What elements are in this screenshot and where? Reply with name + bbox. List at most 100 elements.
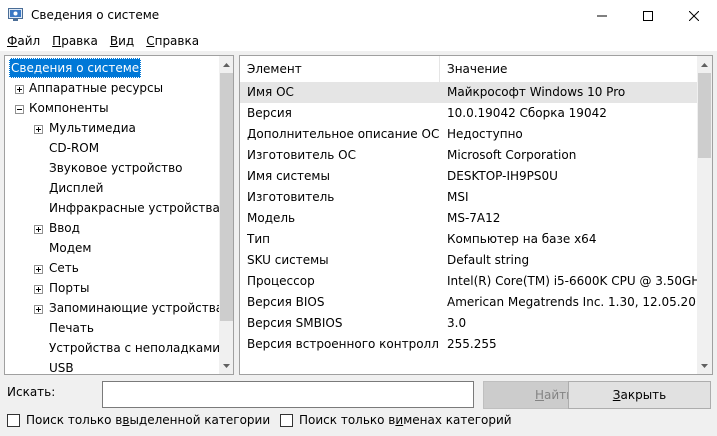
row-value: Intel(R) Core(TM) i5-6600K CPU @ 3.50GHz bbox=[447, 274, 698, 288]
tree-item-sound-device[interactable]: Звуковое устройство bbox=[47, 158, 185, 178]
tree-item-label: Аппаратные ресурсы bbox=[29, 81, 164, 95]
details-list[interactable]: Элемент Значение Имя ОС Майкрософт Window… bbox=[239, 55, 713, 375]
tree-item-problem-devices[interactable]: Устройства с неполадками bbox=[47, 338, 222, 358]
tree-item-ports[interactable]: Порты bbox=[47, 278, 91, 298]
menu-help[interactable]: Справка bbox=[140, 31, 205, 51]
row-value: American Megatrends Inc. 1.30, 12.05.201… bbox=[447, 295, 698, 309]
table-row[interactable]: Имя ОС Майкрософт Windows 10 Pro bbox=[240, 82, 698, 103]
close-window-button[interactable] bbox=[671, 0, 717, 31]
table-row[interactable]: Модель MS-7A12 bbox=[240, 208, 698, 229]
row-key: Процессор bbox=[247, 274, 315, 288]
tree-scroll-thumb[interactable] bbox=[220, 73, 233, 321]
table-row[interactable]: Версия SMBIOS 3.0 bbox=[240, 313, 698, 334]
tree-item-components[interactable]: Компоненты bbox=[27, 98, 111, 118]
expand-plus-icon[interactable] bbox=[34, 125, 43, 134]
row-key: Изготовитель bbox=[247, 190, 335, 204]
tree-item-hardware-resources[interactable]: Аппаратные ресурсы bbox=[27, 78, 165, 98]
menu-file[interactable]: Файл bbox=[0, 31, 46, 51]
tree-item-printing[interactable]: Печать bbox=[47, 318, 96, 338]
tree-item-label: Модем bbox=[49, 241, 92, 255]
tree-item-cdrom[interactable]: CD-ROM bbox=[47, 138, 101, 158]
column-header-value[interactable]: Значение bbox=[440, 56, 698, 82]
collapse-minus-icon[interactable] bbox=[15, 105, 24, 114]
table-row[interactable]: Процессор Intel(R) Core(TM) i5-6600K CPU … bbox=[240, 271, 698, 292]
chevron-down-icon bbox=[223, 363, 230, 368]
table-row[interactable]: Изготовитель ОС Microsoft Corporation bbox=[240, 145, 698, 166]
expand-plus-icon[interactable] bbox=[34, 305, 43, 314]
list-scrollbar[interactable] bbox=[697, 56, 712, 374]
system-info-app-icon bbox=[8, 8, 23, 21]
expand-plus-icon[interactable] bbox=[34, 285, 43, 294]
expand-plus-icon[interactable] bbox=[15, 85, 24, 94]
minimize-button[interactable] bbox=[579, 0, 625, 31]
expand-plus-icon[interactable] bbox=[34, 265, 43, 274]
tree-item-label: Сведения о системе bbox=[9, 58, 142, 78]
table-row[interactable]: Версия 10.0.19042 Сборка 19042 bbox=[240, 103, 698, 124]
table-row[interactable]: SKU системы Default string bbox=[240, 250, 698, 271]
table-row[interactable]: Тип Компьютер на базе x64 bbox=[240, 229, 698, 250]
tree-item-modem[interactable]: Модем bbox=[47, 238, 93, 258]
menu-edit[interactable]: Правка bbox=[46, 31, 104, 51]
tree-scroll-down-button[interactable] bbox=[219, 357, 233, 374]
tree-item-label: Дисплей bbox=[49, 181, 104, 195]
list-scroll-up-button[interactable] bbox=[697, 56, 712, 73]
tree-item-infrared[interactable]: Инфракрасные устройства bbox=[47, 198, 222, 218]
checkbox-label-end: менах категорий bbox=[403, 413, 512, 427]
list-scroll-down-button[interactable] bbox=[697, 357, 712, 374]
tree-item-usb[interactable]: USB bbox=[47, 358, 76, 375]
table-row[interactable]: Версия встроенного контроллера 255.255 bbox=[240, 334, 698, 355]
system-info-window: Сведения о системе Файл Правка Вид Справ… bbox=[0, 0, 717, 436]
category-tree[interactable]: Сведения о системе Аппаратные ресурсы Ко… bbox=[4, 55, 234, 375]
tree-item-multimedia[interactable]: Мультимедиа bbox=[47, 118, 138, 138]
menu-edit-label: равка bbox=[61, 34, 98, 48]
tree-item-display[interactable]: Дисплей bbox=[47, 178, 105, 198]
title-bar[interactable]: Сведения о системе bbox=[0, 0, 717, 31]
tree-item-system-summary[interactable]: Сведения о системе bbox=[9, 58, 142, 78]
search-category-names-checkbox[interactable]: Поиск только в и менах категорий bbox=[280, 413, 512, 427]
checkbox-label-hotkey: в bbox=[122, 413, 130, 427]
menu-view-hotkey: В bbox=[109, 34, 119, 48]
menu-file-hotkey: Ф bbox=[7, 34, 18, 48]
menu-help-hotkey: С bbox=[146, 34, 155, 48]
checkbox-box[interactable] bbox=[280, 413, 293, 427]
tree-item-network[interactable]: Сеть bbox=[47, 258, 81, 278]
row-value: Default string bbox=[447, 253, 530, 267]
expand-plus-icon[interactable] bbox=[34, 225, 43, 234]
search-selected-category-checkbox[interactable]: Поиск только в в ыделенной категории bbox=[7, 413, 270, 427]
menu-help-label: правка bbox=[154, 34, 200, 48]
row-key: Имя ОС bbox=[247, 85, 294, 99]
chevron-up-icon bbox=[223, 62, 230, 67]
maximize-button[interactable] bbox=[625, 0, 671, 31]
column-header-item[interactable]: Элемент bbox=[240, 56, 440, 82]
tree-item-storage[interactable]: Запоминающие устройства bbox=[47, 298, 225, 318]
list-scroll-thumb[interactable] bbox=[698, 73, 711, 158]
table-row[interactable]: Имя системы DESKTOP-IH9PS0U bbox=[240, 166, 698, 187]
table-row[interactable]: Изготовитель MSI bbox=[240, 187, 698, 208]
tree-item-label: Устройства с неполадками bbox=[49, 341, 221, 355]
tree-item-label: Ввод bbox=[49, 221, 80, 235]
tree-item-label: Компоненты bbox=[29, 101, 109, 115]
menu-bar: Файл Правка Вид Справка bbox=[0, 31, 717, 51]
row-value: MSI bbox=[447, 190, 469, 204]
table-row[interactable]: Версия BIOS American Megatrends Inc. 1.30… bbox=[240, 292, 698, 313]
tree-scroll-up-button[interactable] bbox=[219, 56, 233, 73]
tree-item-input[interactable]: Ввод bbox=[47, 218, 82, 238]
menu-file-label: айл bbox=[17, 34, 41, 48]
checkbox-label-end: ыделенной категории bbox=[129, 413, 271, 427]
tree-item-label: Мультимедиа bbox=[49, 121, 136, 135]
menu-view[interactable]: Вид bbox=[104, 31, 140, 51]
row-key: Версия bbox=[247, 106, 292, 120]
chevron-down-icon bbox=[701, 363, 708, 368]
row-key: Дополнительное описание ОС bbox=[247, 127, 439, 141]
checkbox-box[interactable] bbox=[7, 413, 20, 427]
search-input[interactable] bbox=[102, 381, 474, 408]
tree-item-label: Порты bbox=[49, 281, 90, 295]
close-icon bbox=[689, 10, 699, 21]
search-label: Искать: bbox=[7, 385, 56, 399]
tree-scrollbar[interactable] bbox=[219, 56, 233, 374]
close-search-button[interactable]: Закрыть bbox=[568, 381, 711, 409]
tree-item-label: USB bbox=[49, 361, 74, 375]
table-row[interactable]: Дополнительное описание ОС Недоступно bbox=[240, 124, 698, 145]
row-key: Тип bbox=[247, 232, 270, 246]
row-key: Модель bbox=[247, 211, 296, 225]
